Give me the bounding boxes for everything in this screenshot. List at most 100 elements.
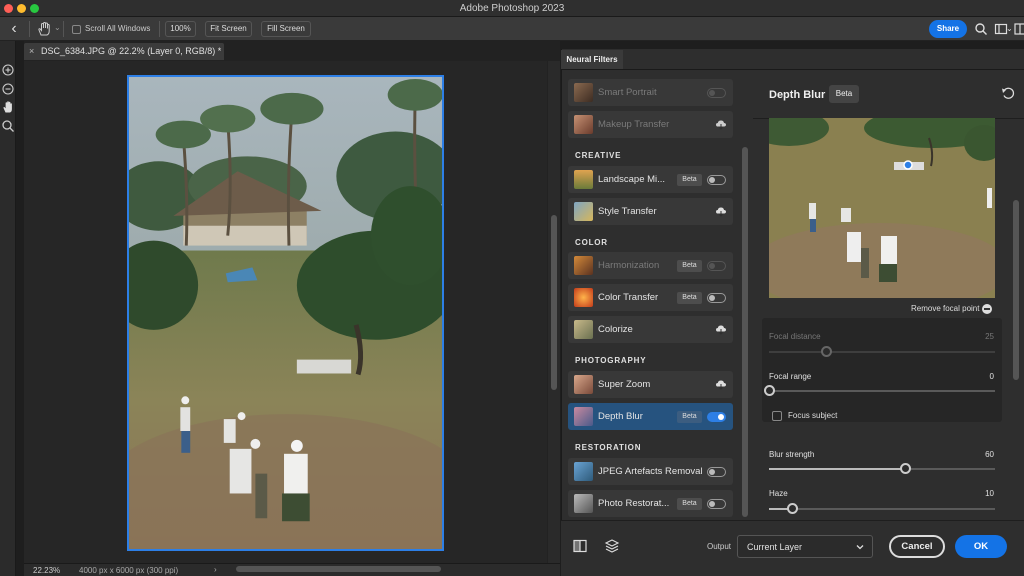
blur-strength-label: Blur strength	[769, 450, 815, 459]
cloud-download-icon[interactable]	[715, 323, 727, 335]
share-button[interactable]: Share	[929, 20, 967, 38]
show-original-icon[interactable]	[572, 538, 588, 554]
cloud-download-icon[interactable]	[715, 205, 727, 217]
back-icon[interactable]: ‹	[6, 20, 22, 38]
zoom-in-icon[interactable]	[1, 63, 15, 77]
portrait-thumbnail-icon	[574, 83, 593, 102]
style-thumbnail-icon	[574, 202, 593, 221]
tools-panel	[0, 41, 16, 576]
filter-item-photo-restoration[interactable]: Photo Restorat... Beta	[568, 490, 733, 517]
settings-scroll-thumb[interactable]	[1013, 200, 1019, 380]
filter-name: JPEG Artefacts Removal	[598, 466, 703, 477]
blur-strength-slider-knob[interactable]	[899, 463, 911, 474]
photo-restoration-thumbnail-icon	[574, 494, 593, 513]
filter-item-super-zoom[interactable]: Super Zoom	[568, 371, 733, 398]
scroll-all-windows-label: Scroll All Windows	[85, 24, 151, 33]
fit-screen-button[interactable]: Fit Screen	[205, 21, 252, 37]
focal-distance-slider[interactable]	[769, 346, 995, 357]
search-icon[interactable]	[974, 22, 988, 36]
haze-slider-knob[interactable]	[786, 503, 798, 514]
document-horizontal-scroll-thumb[interactable]	[236, 566, 441, 572]
filter-toggle[interactable]	[707, 499, 726, 509]
scroll-all-windows-checkbox[interactable]	[72, 25, 81, 34]
chevron-down-icon[interactable]: ⌄	[54, 23, 61, 32]
chevron-down-icon	[855, 542, 865, 552]
arrange-panels-icon[interactable]	[1013, 22, 1024, 36]
layers-icon[interactable]	[604, 538, 620, 554]
filter-item-depth-blur[interactable]: Depth Blur Beta	[568, 403, 733, 430]
filter-name: Color Transfer	[598, 292, 659, 303]
filter-name: Makeup Transfer	[598, 119, 670, 130]
filter-title: Depth Blur	[769, 89, 826, 101]
document-vertical-scroll-thumb[interactable]	[551, 215, 557, 390]
filter-list-scroll-thumb[interactable]	[742, 147, 748, 517]
filter-toggle[interactable]	[707, 293, 726, 303]
filter-toggle[interactable]	[707, 412, 726, 422]
focus-subject-label: Focus subject	[788, 411, 838, 420]
zoom-out-icon[interactable]	[1, 82, 15, 96]
makeup-thumbnail-icon	[574, 115, 593, 134]
filter-item-smart-portrait[interactable]: Smart Portrait	[568, 79, 733, 106]
status-menu-icon[interactable]: ›	[214, 565, 217, 574]
focal-point-marker	[903, 160, 913, 170]
preview-image[interactable]	[769, 118, 995, 298]
section-heading-creative: CREATIVE	[575, 151, 622, 160]
output-select[interactable]: Current Layer	[737, 535, 873, 558]
filter-name: Smart Portrait	[598, 87, 657, 98]
filter-toggle[interactable]	[707, 88, 726, 98]
filter-name: Depth Blur	[598, 411, 643, 422]
depth-blur-settings: Depth Blur Beta Remove focal point Focal…	[753, 70, 1024, 520]
filter-name: Landscape Mi...	[598, 174, 666, 185]
fill-screen-button[interactable]: Fill Screen	[261, 21, 311, 37]
zoom-level[interactable]: 22.23%	[33, 566, 60, 575]
title-bar: Adobe Photoshop 2023	[0, 0, 1024, 17]
reset-icon[interactable]	[1001, 86, 1015, 100]
beta-badge: Beta	[677, 292, 702, 304]
filter-toggle[interactable]	[707, 467, 726, 477]
search-icon[interactable]	[1, 119, 15, 133]
filter-item-colorize[interactable]: Colorize	[568, 316, 733, 343]
window-title: Adobe Photoshop 2023	[459, 3, 565, 14]
filter-item-makeup-transfer[interactable]: Makeup Transfer	[568, 111, 733, 138]
document-tab[interactable]: × DSC_6384.JPG @ 22.2% (Layer 0, RGB/8) …	[24, 43, 224, 60]
hand-icon[interactable]	[1, 100, 15, 114]
focal-range-slider[interactable]	[764, 385, 995, 396]
divider	[159, 21, 160, 37]
filter-toggle[interactable]	[707, 261, 726, 271]
cloud-download-icon[interactable]	[715, 118, 727, 130]
remove-focal-point-link[interactable]: Remove focal point	[911, 304, 979, 313]
cancel-button[interactable]: Cancel	[889, 535, 945, 558]
beta-badge: Beta	[677, 174, 702, 186]
hand-tool-icon[interactable]	[36, 21, 52, 37]
section-heading-color: COLOR	[575, 238, 608, 247]
blur-strength-fill	[769, 468, 905, 470]
filter-item-harmonization[interactable]: Harmonization Beta	[568, 252, 733, 279]
document-dimensions: 4000 px x 6000 px (300 ppi)	[79, 566, 179, 575]
filter-name: Photo Restorat...	[598, 498, 670, 509]
filter-item-jpeg-artefacts-removal[interactable]: JPEG Artefacts Removal	[568, 458, 733, 485]
cloud-download-icon[interactable]	[715, 378, 727, 390]
focus-subject-checkbox[interactable]	[772, 411, 782, 421]
haze-slider[interactable]	[769, 503, 995, 514]
zoom-100-button[interactable]: 100%	[165, 21, 196, 37]
blur-strength-slider[interactable]	[769, 463, 995, 474]
focal-distance-slider-knob[interactable]	[820, 346, 832, 357]
document-image[interactable]	[127, 75, 444, 551]
beta-badge: Beta	[829, 85, 859, 103]
ok-button[interactable]: OK	[955, 535, 1007, 558]
filter-toggle[interactable]	[707, 175, 726, 185]
document-tab-title: DSC_6384.JPG @ 22.2% (Layer 0, RGB/8) *	[41, 46, 222, 56]
remove-icon[interactable]	[982, 304, 992, 314]
haze-value: 10	[985, 489, 994, 498]
blur-strength-value: 60	[985, 450, 994, 459]
filter-item-color-transfer[interactable]: Color Transfer Beta	[568, 284, 733, 311]
options-bar: ‹ ⌄ Scroll All Windows 100% Fit Screen F…	[0, 17, 1024, 41]
super-zoom-thumbnail-icon	[574, 375, 593, 394]
tab-neural-filters[interactable]: Neural Filters	[561, 50, 623, 69]
filter-item-style-transfer[interactable]: Style Transfer	[568, 198, 733, 225]
filter-item-landscape-mixer[interactable]: Landscape Mi... Beta	[568, 166, 733, 193]
beta-badge: Beta	[677, 411, 702, 423]
focal-range-slider-knob[interactable]	[764, 385, 775, 396]
close-tab-icon[interactable]: ×	[29, 46, 34, 56]
divider	[63, 21, 64, 37]
